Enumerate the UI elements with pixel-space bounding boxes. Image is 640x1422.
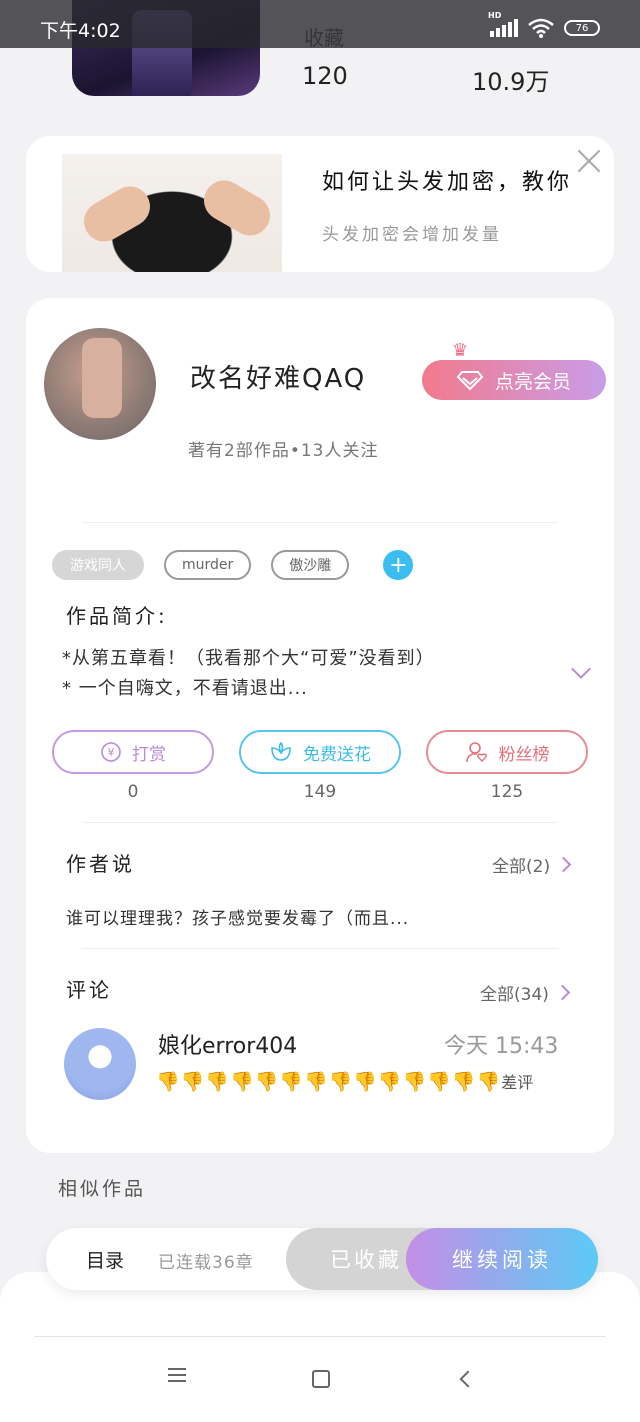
close-icon[interactable]	[576, 148, 602, 174]
author-says-text[interactable]: 谁可以理理我？孩子感觉要发霉了（而且...	[66, 904, 409, 929]
divider	[82, 822, 558, 823]
comments-more-link[interactable]: 全部(34)	[480, 980, 571, 1005]
ad-title: 如何让头发加密，教你	[322, 170, 573, 195]
crown-icon: ♛	[452, 340, 469, 361]
continue-reading-button[interactable]: 继续阅读	[406, 1228, 598, 1290]
status-bar: 下午4:02 HD 76	[0, 0, 640, 48]
signal-icon: HD	[488, 11, 518, 37]
comment-time: 今天 15:43	[444, 1034, 559, 1059]
wifi-icon	[528, 18, 554, 38]
comment-text: 差评	[501, 1073, 534, 1092]
fan-ranking-button-label: 粉丝榜	[498, 744, 550, 765]
chevron-right-icon	[554, 984, 571, 1001]
menu-icon[interactable]	[162, 1364, 192, 1394]
vip-button-label: 点亮会员	[494, 370, 571, 393]
work-info-card: 改名好难QAQ 著有2部作品•13人关注 ♛ 点亮会员 游戏同人 murder …	[26, 298, 614, 1153]
flower-count: 149	[303, 782, 337, 802]
expand-chevron-icon[interactable]	[571, 659, 591, 679]
tag[interactable]: murder	[164, 550, 252, 580]
author-says-more-label: 全部(2)	[492, 857, 551, 877]
home-nav[interactable]	[306, 1364, 336, 1394]
tip-count: 0	[127, 782, 139, 802]
commenter-name[interactable]: 娘化error404	[158, 1028, 297, 1060]
divider	[82, 522, 558, 523]
vip-button[interactable]: 点亮会员	[422, 360, 606, 400]
author-meta: 著有2部作品•13人关注	[188, 441, 379, 461]
intro-text: *从第五章看！（我看那个大“可爱”没看到） * 一个自嗨文，不看请退出...	[62, 644, 435, 704]
yen-icon: ¥	[101, 742, 121, 762]
svg-text:¥: ¥	[108, 746, 115, 759]
similar-works-heading: 相似作品	[58, 1178, 147, 1200]
bottom-panel	[0, 1272, 640, 1422]
author-says-more-link[interactable]: 全部(2)	[492, 852, 572, 877]
comment-body[interactable]: 👎👎👎👎👎👎👎👎👎👎👎👎👎👎差评	[156, 1068, 566, 1097]
ad-image	[62, 154, 282, 272]
send-flower-button[interactable]: 免费送花	[239, 730, 401, 774]
back-nav[interactable]	[450, 1364, 480, 1394]
stat-value-reads: 10.9万	[472, 68, 550, 96]
intro-line: *从第五章看！（我看那个大“可爱”没看到）	[62, 648, 435, 669]
divider	[34, 1336, 606, 1337]
comments-heading: 评论	[66, 978, 112, 1002]
ad-banner[interactable]: 如何让头发加密，教你 头发加密会增加发量	[26, 136, 614, 272]
tag[interactable]: 傲沙雕	[271, 550, 350, 580]
tag-list: 游戏同人 murder 傲沙雕 +	[52, 550, 414, 580]
tip-button-label: 打赏	[132, 744, 166, 765]
author-name[interactable]: 改名好难QAQ	[190, 358, 366, 395]
author-avatar[interactable]	[44, 328, 156, 440]
chevron-right-icon	[555, 856, 572, 873]
comments-more-label: 全部(34)	[480, 985, 549, 1005]
status-time: 下午4:02	[40, 20, 121, 42]
diamond-icon	[456, 371, 483, 390]
read-bar: 目录 已连载36章 已收藏 继续阅读	[46, 1228, 598, 1290]
thumbs-down-icon: 👎👎👎👎👎👎👎👎👎👎👎👎👎👎	[156, 1071, 502, 1093]
ad-subtitle: 头发加密会增加发量	[322, 225, 502, 245]
intro-heading: 作品简介:	[66, 604, 168, 628]
tip-button[interactable]: ¥ 打赏	[52, 730, 214, 774]
serial-status: 已连载36章	[158, 1253, 254, 1273]
send-flower-button-label: 免费送花	[303, 744, 371, 765]
fan-count: 125	[490, 782, 524, 802]
flower-icon	[271, 741, 291, 761]
battery-icon: 76	[564, 20, 600, 36]
tag[interactable]: 游戏同人	[52, 550, 144, 580]
stat-value-favorites: 120	[302, 62, 348, 90]
intro-line: * 一个自嗨文，不看请退出...	[62, 678, 308, 699]
home-icon	[312, 1370, 330, 1388]
toc-button[interactable]: 目录	[86, 1246, 124, 1273]
author-says-heading: 作者说	[66, 852, 135, 876]
divider	[82, 948, 558, 949]
battery-level: 76	[575, 22, 589, 34]
user-heart-icon	[465, 742, 487, 763]
back-icon	[459, 1370, 477, 1388]
add-tag-button[interactable]: +	[383, 550, 414, 580]
fan-ranking-button[interactable]: 粉丝榜	[426, 730, 588, 774]
commenter-avatar[interactable]	[64, 1028, 136, 1100]
